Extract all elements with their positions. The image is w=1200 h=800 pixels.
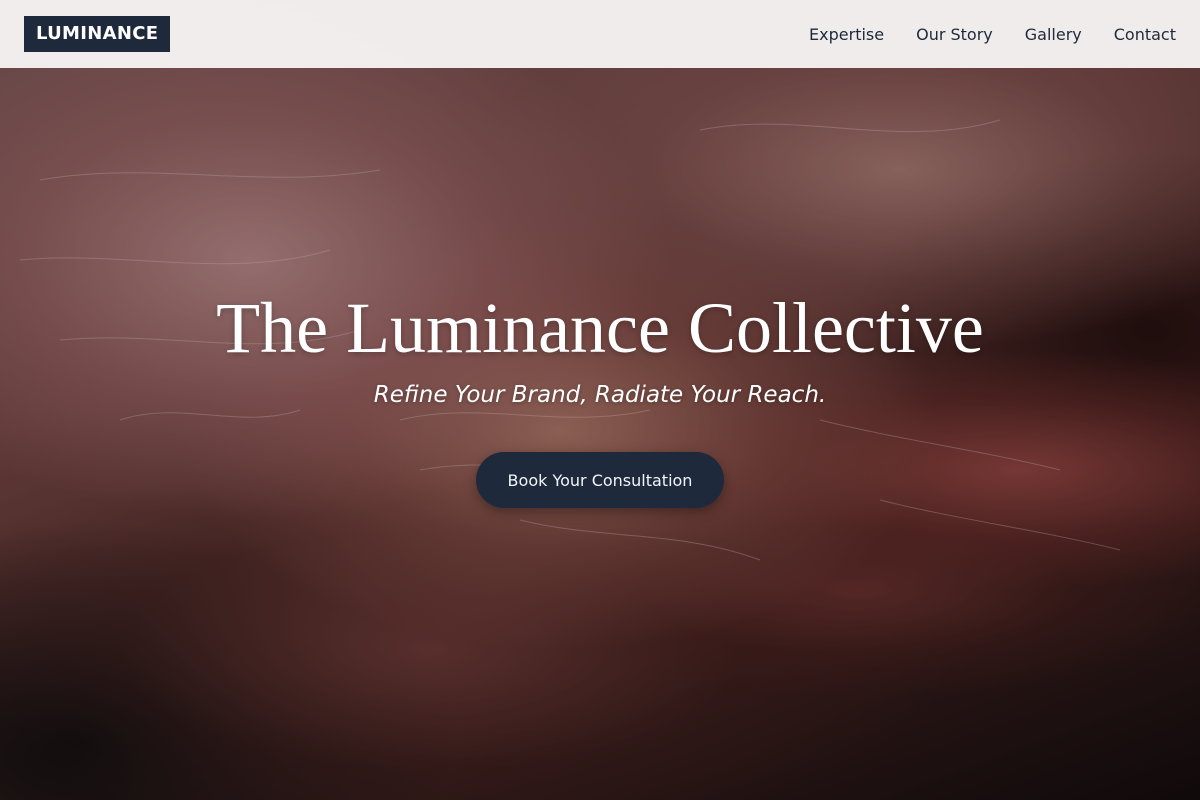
hero-subtitle: Refine Your Brand, Radiate Your Reach. [373, 382, 827, 408]
main-nav: Expertise Our Story Gallery Contact [809, 25, 1176, 44]
hero-title: The Luminance Collective [216, 288, 984, 368]
nav-link-our-story[interactable]: Our Story [916, 25, 993, 44]
nav-link-contact[interactable]: Contact [1114, 25, 1176, 44]
site-header: LUMINANCE Expertise Our Story Gallery Co… [0, 0, 1200, 68]
landing-page: LUMINANCE Expertise Our Story Gallery Co… [0, 0, 1200, 800]
site-logo[interactable]: LUMINANCE [24, 16, 171, 52]
nav-link-expertise[interactable]: Expertise [809, 25, 884, 44]
book-consultation-button[interactable]: Book Your Consultation [476, 452, 724, 508]
hero-section: The Luminance Collective Refine Your Bra… [0, 0, 1200, 800]
nav-link-gallery[interactable]: Gallery [1025, 25, 1082, 44]
